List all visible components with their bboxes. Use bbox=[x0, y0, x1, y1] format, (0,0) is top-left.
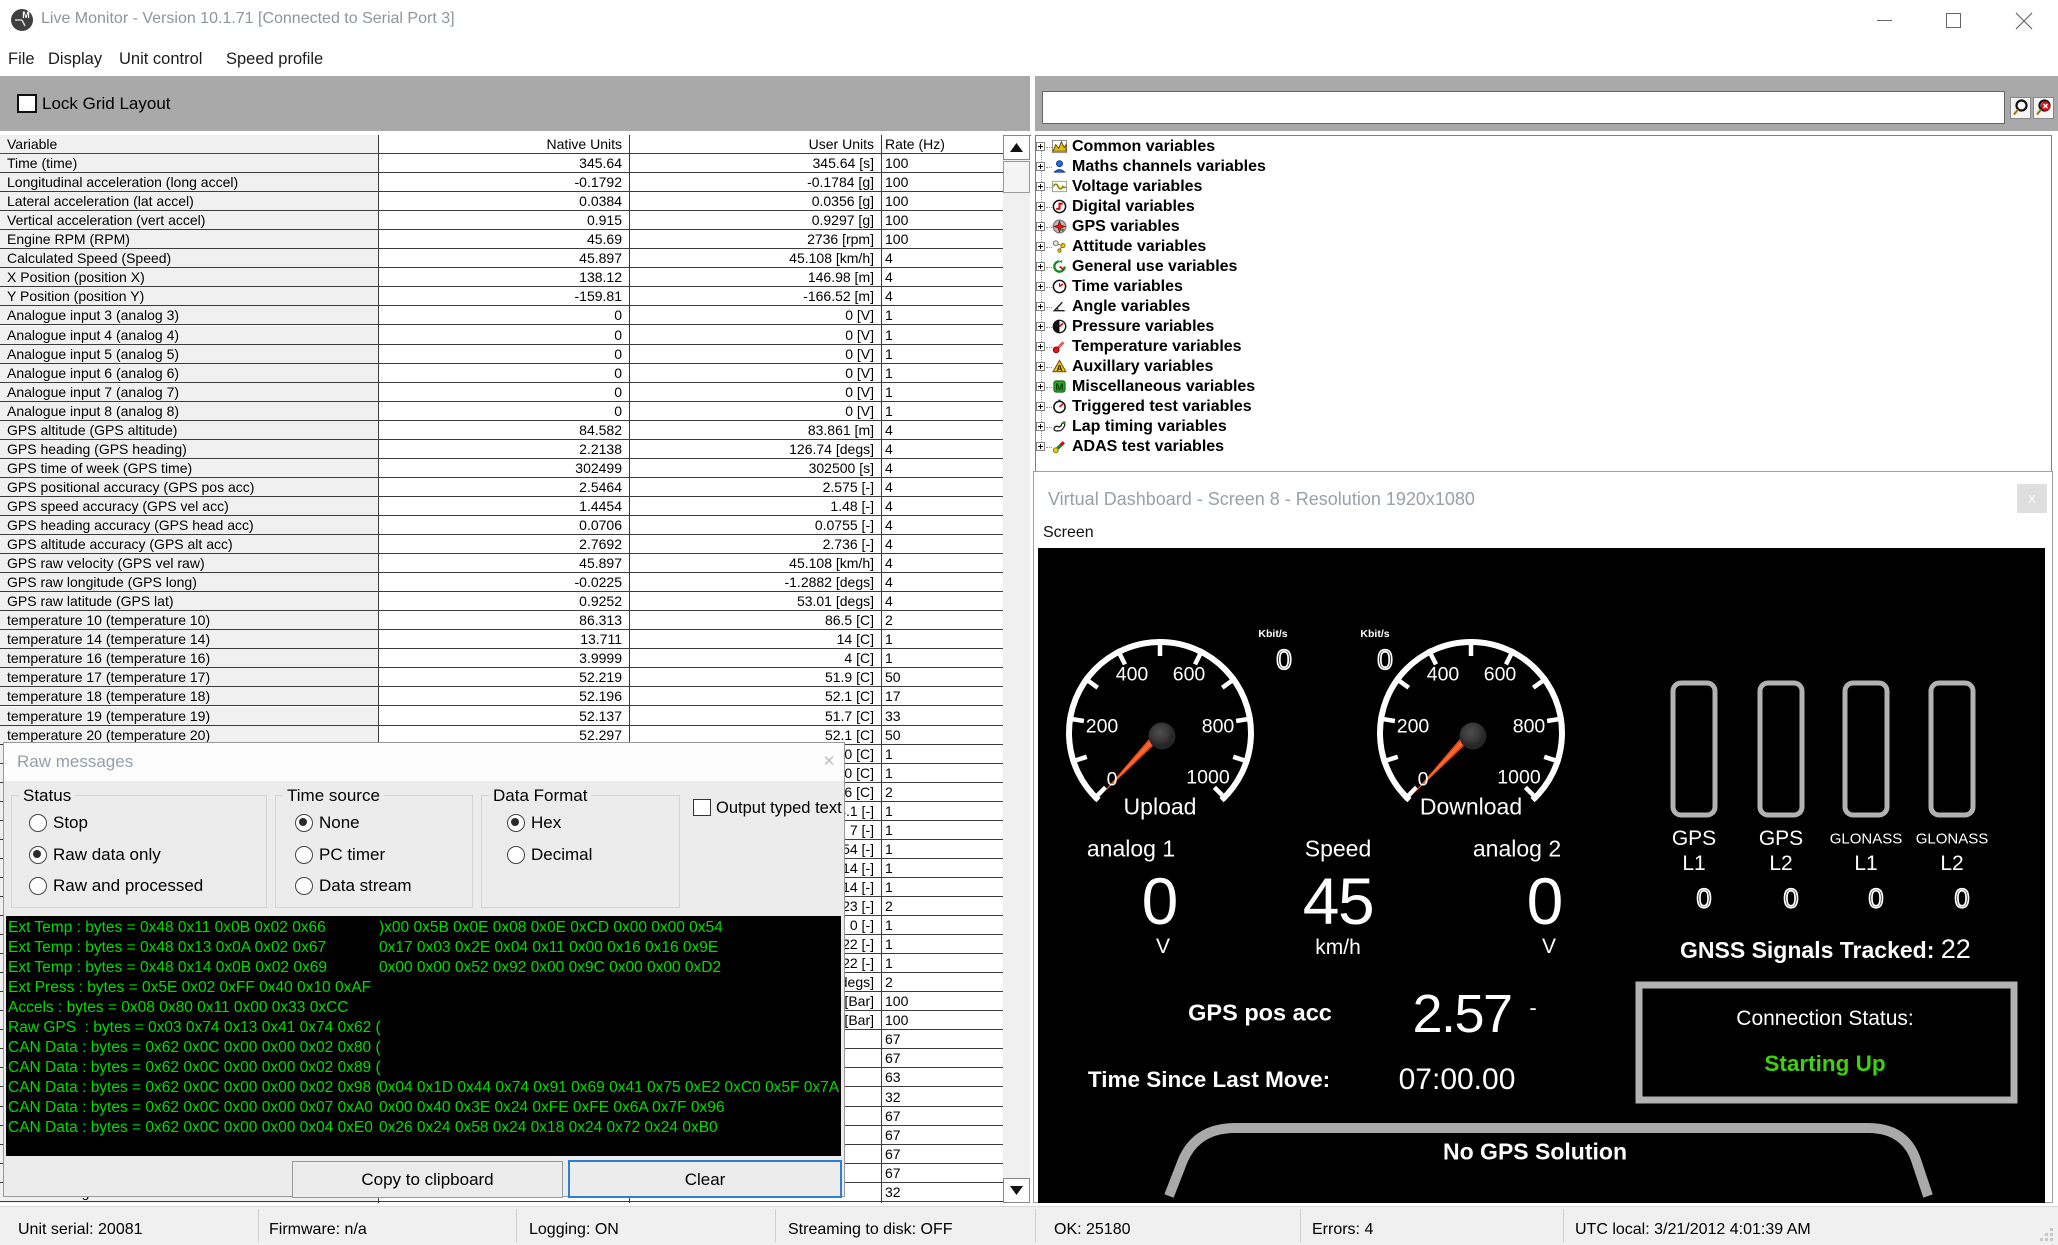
svg-text:A: A bbox=[1056, 362, 1062, 372]
svg-text:M: M bbox=[1055, 382, 1063, 393]
svg-text:M: M bbox=[22, 10, 30, 20]
